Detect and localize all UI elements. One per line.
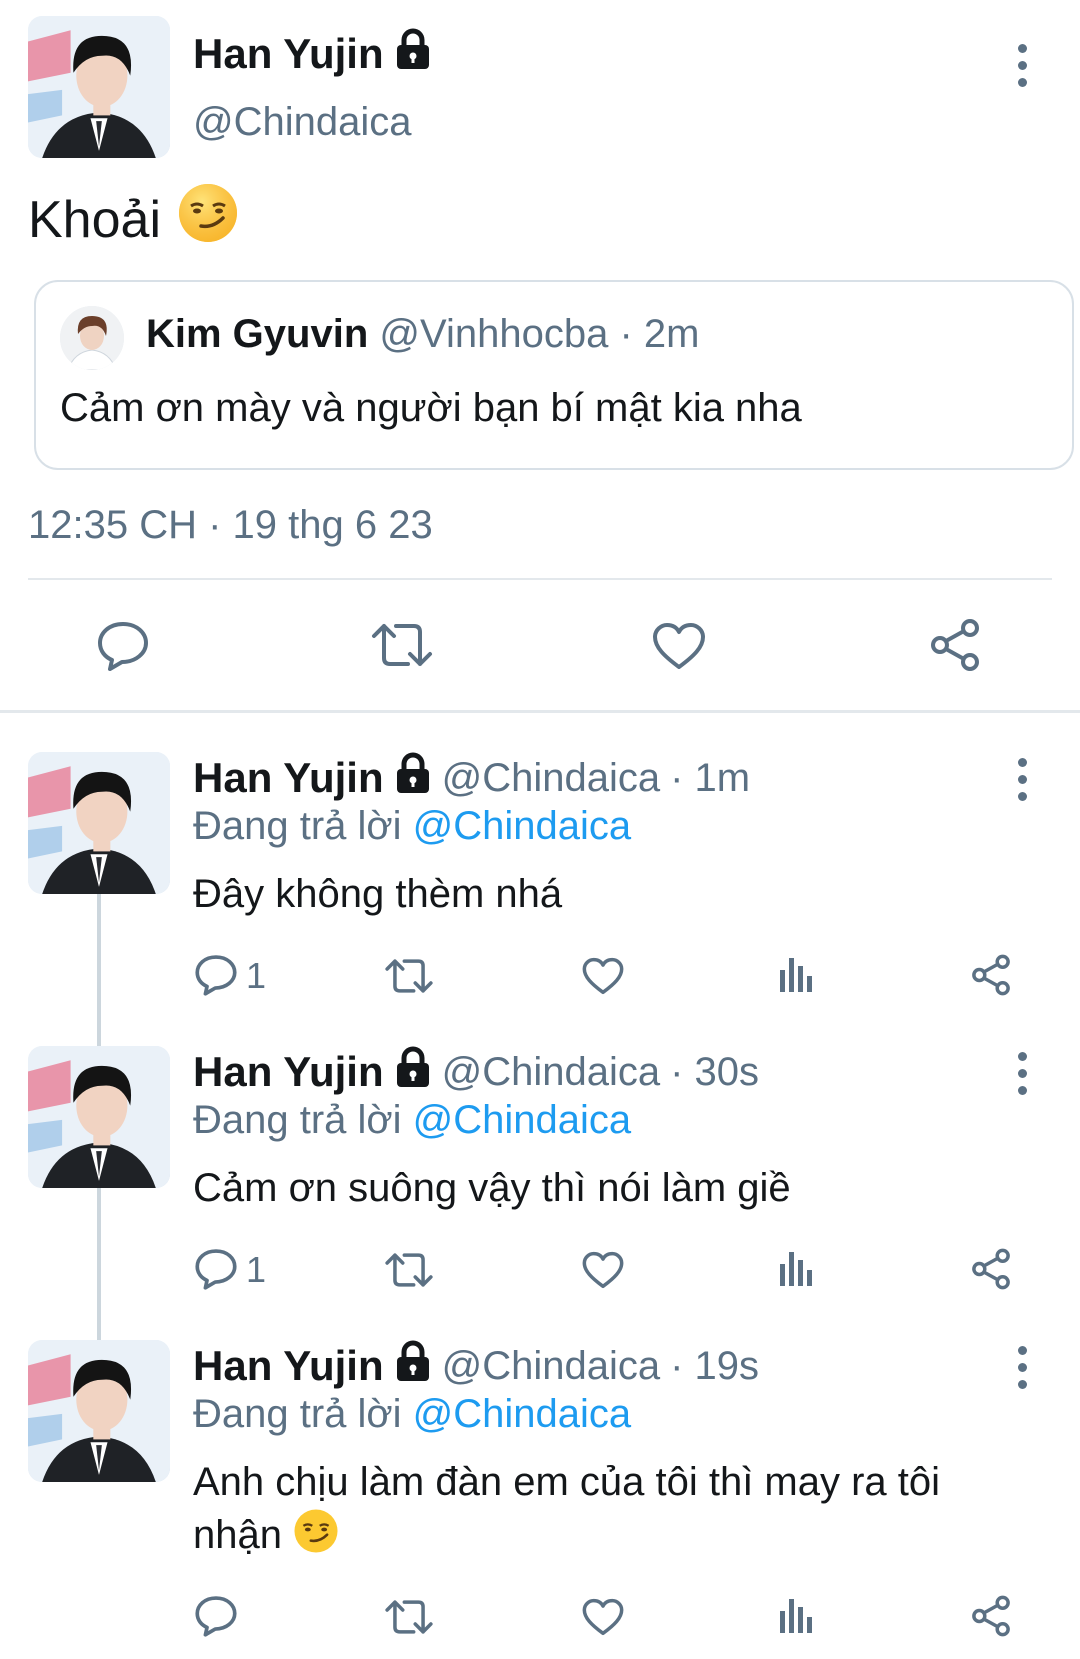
share-icon[interactable] (970, 1248, 1012, 1290)
quoted-text: Cảm ơn mày và người bạn bí mật kia nha (60, 386, 802, 430)
tweet-timestamp[interactable]: 12:35 CH · 19 thg 6 23 (28, 503, 433, 548)
quoted-author-name[interactable]: Kim Gyuvin (146, 312, 368, 356)
lock-icon (394, 28, 432, 80)
quoted-author-handle[interactable]: @Vinhhocba (379, 312, 608, 356)
divider (0, 710, 1080, 713)
reply-time: · 19s (670, 1343, 760, 1388)
replying-to-label: Đang trả lời (193, 804, 402, 848)
reply-header: Han Yujin @Chindaica · 1m (193, 752, 750, 804)
author-name[interactable]: Han Yujin (193, 1342, 384, 1390)
analytics-icon[interactable] (778, 1248, 814, 1288)
reply-text: Cảm ơn suông vậy thì nói làm giề (193, 1166, 791, 1210)
share-icon[interactable] (970, 1595, 1012, 1637)
divider (28, 578, 1052, 580)
replying-to: Đang trả lời @Chindaica (193, 1098, 631, 1143)
reply-icon[interactable] (194, 1594, 238, 1638)
reply-header: Han Yujin @Chindaica · 30s (193, 1046, 759, 1098)
analytics-icon[interactable] (778, 954, 814, 994)
reply-icon[interactable] (96, 620, 150, 672)
more-options-icon[interactable] (1012, 1052, 1032, 1096)
reply-header: Han Yujin @Chindaica · 19s (193, 1340, 759, 1392)
quoted-time: · 2m (619, 312, 700, 356)
reply-icon[interactable] (194, 1247, 238, 1291)
lock-icon (394, 1046, 432, 1098)
author-name-label[interactable]: Han Yujin (193, 30, 384, 78)
quoted-tweet[interactable]: Kim Gyuvin @Vinhhocba · 2m Cảm ơn mày và… (34, 280, 1074, 470)
replying-to: Đang trả lời @Chindaica (193, 804, 631, 849)
reply-time: · 30s (670, 1049, 760, 1094)
lock-icon (394, 1340, 432, 1392)
replying-to-link[interactable]: @Chindaica (413, 1098, 632, 1142)
author-handle[interactable]: @Chindaica (442, 756, 661, 801)
author-name[interactable]: Han Yujin (193, 28, 432, 80)
author-name[interactable]: Han Yujin (193, 1048, 384, 1096)
reply-time: · 1m (670, 755, 751, 800)
more-options-icon[interactable] (1012, 758, 1032, 802)
reply-text: Anh chịu làm đàn em của tôi thì may ra t… (193, 1456, 1033, 1567)
reply-tweet[interactable]: Han Yujin @Chindaica · 1m Đang trả lời @… (0, 752, 1080, 1042)
retweet-icon[interactable] (384, 1599, 434, 1635)
tweet-text: Khoải (28, 182, 239, 257)
avatar[interactable] (28, 752, 170, 894)
smirk-emoji-icon (177, 182, 239, 257)
replying-to-label: Đang trả lời (193, 1098, 402, 1142)
avatar[interactable] (28, 1340, 170, 1482)
author-handle[interactable]: @Chindaica (442, 1050, 661, 1095)
tweet-text-content: Khoải (28, 190, 161, 249)
replying-to-label: Đang trả lời (193, 1392, 402, 1436)
lock-icon (394, 752, 432, 804)
reply-tweet[interactable]: Han Yujin @Chindaica · 19s Đang trả lời … (0, 1340, 1080, 1659)
author-handle[interactable]: @Chindaica (193, 100, 412, 145)
replying-to-link[interactable]: @Chindaica (413, 804, 632, 848)
more-options-icon[interactable] (1012, 1346, 1032, 1390)
reply-count: 1 (246, 1249, 267, 1290)
retweet-icon[interactable] (384, 958, 434, 994)
like-icon[interactable] (652, 622, 706, 670)
replying-to: Đang trả lời @Chindaica (193, 1392, 631, 1437)
reply-count: 1 (246, 955, 267, 996)
share-icon[interactable] (970, 954, 1012, 996)
avatar[interactable] (28, 1046, 170, 1188)
reply-text: Đây không thèm nhá (193, 872, 563, 916)
reply-tweet[interactable]: Han Yujin @Chindaica · 30s Đang trả lời … (0, 1046, 1080, 1336)
quoted-avatar[interactable] (60, 306, 124, 370)
like-icon[interactable] (582, 1251, 624, 1289)
quoted-header: Kim Gyuvin @Vinhhocba · 2m (146, 312, 699, 357)
author-handle[interactable]: @Chindaica (442, 1344, 661, 1389)
more-options-icon[interactable] (1012, 44, 1032, 88)
retweet-icon[interactable] (384, 1252, 434, 1288)
avatar[interactable] (28, 16, 170, 158)
smirk-emoji-icon (293, 1508, 339, 1567)
like-icon[interactable] (582, 957, 624, 995)
like-icon[interactable] (582, 1598, 624, 1636)
author-name[interactable]: Han Yujin (193, 754, 384, 802)
replying-to-link[interactable]: @Chindaica (413, 1392, 632, 1436)
analytics-icon[interactable] (778, 1595, 814, 1635)
share-icon[interactable] (928, 618, 982, 672)
retweet-icon[interactable] (370, 622, 434, 668)
reply-icon[interactable] (194, 953, 238, 997)
